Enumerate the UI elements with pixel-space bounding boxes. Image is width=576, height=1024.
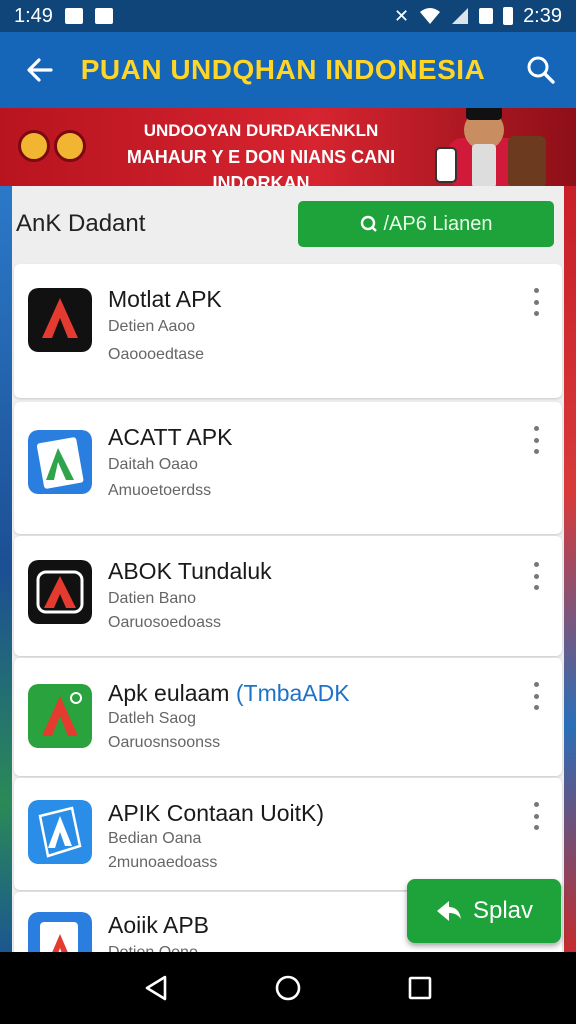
app-name: APIK Contaan UoitK): [108, 800, 325, 826]
save-fab-button[interactable]: Splav: [407, 879, 561, 943]
app-name-highlight: (TmbaADK: [235, 680, 350, 706]
emblem-logo: [18, 130, 50, 162]
status-time-right: 2:39: [523, 4, 562, 27]
app-icon-3: [28, 684, 92, 748]
more-options-button[interactable]: [526, 562, 546, 590]
app-icon-0: [28, 288, 92, 352]
app-developer: Datien Bano: [108, 590, 197, 607]
list-item[interactable]: APIK Contaan UoitK) Bedian Oana 2munoaed…: [14, 778, 562, 890]
app-icon-2: [28, 560, 92, 624]
emblem-logo-secondary: [54, 130, 86, 162]
app-title: PUAN UNDQHAN INDONESIA: [80, 54, 486, 85]
fab-label: Splav: [472, 897, 534, 924]
square-recents-icon: [408, 976, 432, 1000]
list-item[interactable]: ACATT APK Daitah Oaao Amuoetoerdss: [14, 402, 562, 534]
app-name: ACATT APK: [108, 424, 233, 450]
signal-icon: [452, 8, 469, 24]
triangle-back-icon: [145, 975, 167, 1001]
gallery-notification-icon: [64, 8, 83, 24]
nav-home-button[interactable]: [258, 958, 318, 1018]
app-category: 2munoaedoass: [108, 854, 218, 871]
circle-home-icon: [275, 975, 301, 1001]
app-category: Oaoooedtase: [108, 346, 205, 363]
app-name: Aoiik APB: [108, 912, 209, 938]
panel-title: AnK Dadant: [16, 210, 146, 237]
panel-header: AnK Dadant /AP6 Lianen: [12, 186, 564, 262]
app-icon-5: [28, 912, 92, 952]
nav-recents-button[interactable]: [390, 958, 450, 1018]
app-developer: Datleh Saog: [108, 710, 197, 727]
app-developer: Bedian Oana: [108, 830, 202, 847]
app-name-text: Apk eulaam: [108, 680, 236, 706]
image-notification-icon: [94, 8, 113, 24]
back-button[interactable]: [0, 32, 80, 108]
more-options-button[interactable]: [526, 426, 546, 454]
app-name: ABOK Tundaluk: [108, 558, 272, 584]
app-category: Oaruosoedoass: [108, 614, 221, 631]
battery-icon: [503, 7, 514, 25]
send-icon: [436, 901, 461, 921]
presenter-illustration: [435, 108, 546, 186]
app-icon-1: [28, 430, 92, 494]
banner-line-1: UNDOOYAN DURDAKENKLN: [143, 121, 379, 140]
arrow-left-icon: [27, 58, 53, 82]
search-icon: [527, 56, 555, 84]
app-developer: Detien Aaoo: [108, 318, 196, 335]
app-developer: Dotien Oono: [108, 944, 198, 952]
wifi-icon: [420, 8, 441, 24]
nfc-icon: ✕: [393, 5, 410, 26]
list-item[interactable]: Motlat APK Detien Aaoo Oaoooedtase: [14, 264, 562, 398]
vpn-icon: [479, 8, 494, 24]
search-apk-icon: [360, 215, 377, 232]
app-category: Amuoetoerdss: [108, 482, 212, 499]
more-options-button[interactable]: [526, 802, 546, 830]
list-item[interactable]: ABOK Tundaluk Datien Bano Oaruosoedoass: [14, 536, 562, 656]
search-button[interactable]: [506, 32, 576, 108]
banner-text: UNDOOYAN DURDAKENKLN MAHAUR Y E DON NIAN…: [96, 118, 426, 186]
app-category: Oaruosnsoonss: [108, 734, 221, 751]
list-item[interactable]: Apk eulaam (TmbaADK Datleh Saog Oaruosns…: [14, 658, 562, 776]
app-icon-4: [28, 800, 92, 864]
status-time-left: 1:49: [14, 4, 53, 27]
app-developer: Daitah Oaao: [108, 456, 198, 473]
banner-line-2: MAHAUR Y E DON NIANS CANI INDORKAN: [126, 147, 396, 186]
more-options-button[interactable]: [526, 682, 546, 710]
promo-banner[interactable]: UNDOOYAN DURDAKENKLN MAHAUR Y E DON NIAN…: [0, 108, 576, 186]
nav-back-button[interactable]: [126, 958, 186, 1018]
system-nav-bar: [0, 952, 576, 1024]
download-apk-label: /AP6 Lianen: [383, 212, 493, 235]
status-bar: 1:49 ✕ 2:39: [0, 0, 576, 32]
download-apk-button[interactable]: /AP6 Lianen: [298, 201, 554, 247]
apk-list-panel: AnK Dadant /AP6 Lianen Motlat APK Detien…: [12, 186, 564, 952]
more-options-button[interactable]: [526, 288, 546, 316]
app-bar: PUAN UNDQHAN INDONESIA: [0, 32, 576, 108]
app-name: Apk eulaam (TmbaADK: [108, 680, 350, 707]
app-name: Motlat APK: [108, 286, 222, 312]
